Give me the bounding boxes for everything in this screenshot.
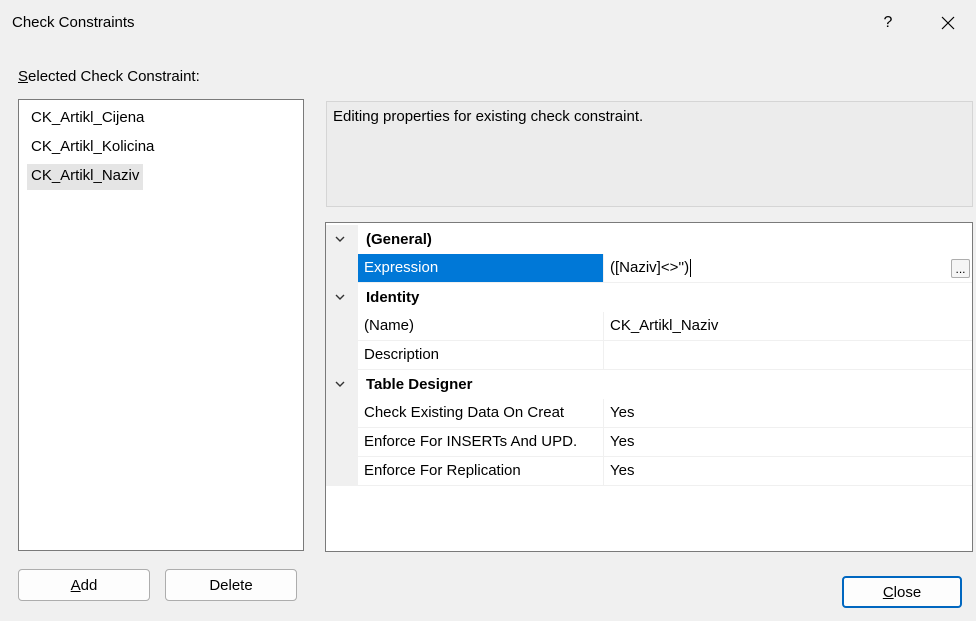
category-identity[interactable]: Identity xyxy=(326,283,972,312)
help-button[interactable]: ? xyxy=(868,6,908,40)
text-caret xyxy=(690,259,692,278)
chevron-down-icon[interactable] xyxy=(334,379,346,389)
category-label: Table Designer xyxy=(366,376,473,393)
property-name[interactable]: Enforce For Replication xyxy=(358,457,604,486)
property-row-name[interactable]: (Name) CK_Artikl_Naziv xyxy=(326,312,972,341)
category-label: (General) xyxy=(366,231,432,248)
property-grid[interactable]: (General) Expression ([Naziv]<>'') ... I… xyxy=(325,222,973,552)
description-text: Editing properties for existing check co… xyxy=(333,108,644,125)
property-name[interactable]: Check Existing Data On Creat xyxy=(358,399,604,428)
property-row-enforce-replication[interactable]: Enforce For Replication Yes xyxy=(326,457,972,486)
property-name[interactable]: Description xyxy=(358,341,604,370)
ellipsis-button[interactable]: ... xyxy=(951,259,970,278)
close-button[interactable]: Close xyxy=(842,576,962,608)
property-row-expression[interactable]: Expression ([Naziv]<>'') xyxy=(326,254,972,283)
list-item[interactable]: CK_Artikl_Naziv xyxy=(27,164,144,190)
property-row-check-existing[interactable]: Check Existing Data On Creat Yes xyxy=(326,399,972,428)
close-window-button[interactable] xyxy=(928,6,968,40)
property-value[interactable]: Yes xyxy=(604,428,972,457)
property-name[interactable]: (Name) xyxy=(358,312,604,341)
list-item[interactable]: CK_Artikl_Cijena xyxy=(27,106,148,132)
constraint-list[interactable]: CK_Artikl_Cijena CK_Artikl_Kolicina CK_A… xyxy=(18,99,304,551)
property-value[interactable] xyxy=(604,341,972,370)
property-row-enforce-inserts[interactable]: Enforce For INSERTs And UPD. Yes xyxy=(326,428,972,457)
category-label: Identity xyxy=(366,289,420,306)
dialog-title: Check Constraints xyxy=(12,14,135,31)
description-panel: Editing properties for existing check co… xyxy=(326,101,973,207)
help-icon: ? xyxy=(883,14,893,31)
title-bar: Check Constraints ? xyxy=(0,0,976,50)
chevron-down-icon[interactable] xyxy=(334,234,346,244)
add-button[interactable]: Add xyxy=(18,569,150,601)
property-value[interactable]: CK_Artikl_Naziv xyxy=(604,312,972,341)
list-item[interactable]: CK_Artikl_Kolicina xyxy=(27,135,158,161)
chevron-down-icon[interactable] xyxy=(334,292,346,302)
expression-input[interactable]: ([Naziv]<>'') xyxy=(604,254,972,283)
property-name[interactable]: Enforce For INSERTs And UPD. xyxy=(358,428,604,457)
category-general[interactable]: (General) xyxy=(326,225,972,254)
property-name[interactable]: Expression xyxy=(358,254,604,283)
category-table-designer[interactable]: Table Designer xyxy=(326,370,972,399)
property-value[interactable]: Yes xyxy=(604,457,972,486)
close-icon xyxy=(941,16,955,30)
delete-button[interactable]: Delete xyxy=(165,569,297,601)
property-row-description[interactable]: Description xyxy=(326,341,972,370)
property-value[interactable]: Yes xyxy=(604,399,972,428)
selected-constraint-label: Selected Check Constraint: xyxy=(18,68,200,85)
